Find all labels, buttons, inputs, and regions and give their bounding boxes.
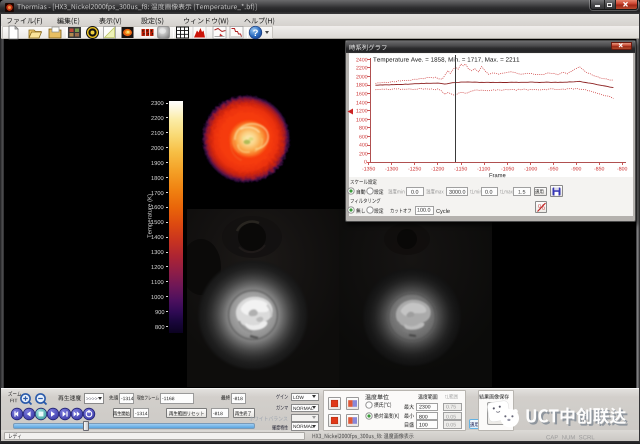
svg-text:?: ? xyxy=(253,28,259,39)
